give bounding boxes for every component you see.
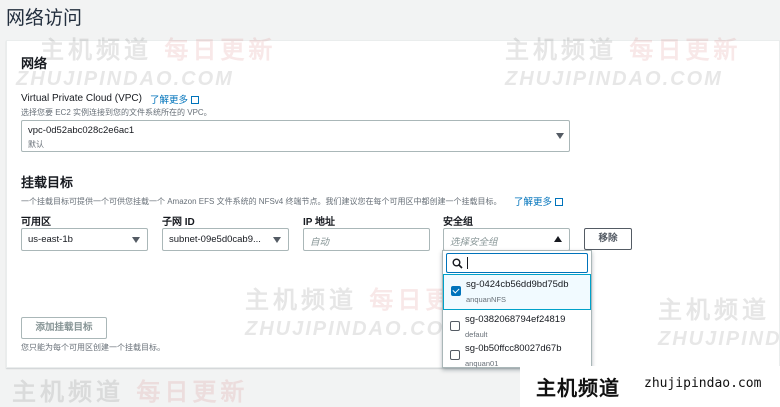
chevron-down-icon xyxy=(273,237,281,243)
mount-targets-description: 一个挂载目标可提供一个可供您挂载一个 Amazon EFS 文件系统的 NFSv… xyxy=(21,197,502,206)
checkbox[interactable] xyxy=(450,321,460,331)
ip-address-input[interactable]: 自动 xyxy=(303,228,430,251)
vpc-selected-sub: 默认 xyxy=(28,140,44,149)
brand-name: 主机频道 xyxy=(536,378,620,400)
external-link-icon xyxy=(191,96,200,104)
sg-option[interactable]: sg-0424cb56dd9bd75db anquanNFS xyxy=(443,274,591,310)
mount-targets-learn-more-text[interactable]: 了解更多 xyxy=(514,197,552,208)
chevron-down-icon xyxy=(556,133,564,139)
security-group-dropdown: sg-0424cb56dd9bd75db anquanNFS sg-038206… xyxy=(442,250,592,368)
network-heading: 网络 xyxy=(21,56,48,71)
sg-option-sub: anquan01 xyxy=(465,359,499,368)
chevron-down-icon xyxy=(132,237,140,243)
vpc-learn-more-text[interactable]: 了解更多 xyxy=(150,95,188,106)
sg-search-input[interactable] xyxy=(446,253,588,273)
sg-option-name: sg-0b50ffcc80027d67b xyxy=(465,343,562,354)
az-selected-value: us-east-1b xyxy=(28,234,73,245)
network-access-panel: 网络 Virtual Private Cloud (VPC) 了解更多 选择您要… xyxy=(6,40,780,368)
sg-option-sub: anquanNFS xyxy=(466,295,507,304)
mount-targets-heading: 挂载目标 xyxy=(21,175,74,190)
remove-button[interactable]: 移除 xyxy=(584,228,632,250)
subnet-select[interactable]: subnet-09e5d0cab9... xyxy=(162,228,289,251)
vpc-description: 选择您要 EC2 实例连接到您的文件系统所在的 VPC。 xyxy=(21,108,212,117)
brand-url: zhujipindao.com xyxy=(644,376,762,391)
vpc-label: Virtual Private Cloud (VPC) xyxy=(21,93,142,104)
vpc-learn-more-link[interactable]: 了解更多 xyxy=(150,92,200,106)
add-mount-target-button[interactable]: 添加挂载目标 xyxy=(21,317,107,339)
security-group-select[interactable]: 选择安全组 xyxy=(443,228,570,251)
search-icon xyxy=(452,258,463,269)
checkbox[interactable] xyxy=(450,350,460,360)
az-select[interactable]: us-east-1b xyxy=(21,228,148,251)
ip-placeholder: 自动 xyxy=(310,237,330,248)
col-ip-label: IP 地址 xyxy=(303,217,336,228)
checkbox-checked[interactable] xyxy=(451,286,461,296)
mount-targets-footer-note: 您只能为每个可用区创建一个挂载目标。 xyxy=(21,343,165,352)
col-sg-label: 安全组 xyxy=(443,217,473,228)
page-title: 网络访问 xyxy=(6,8,83,29)
brand-banner: 主机频道 zhujipindao.com xyxy=(520,366,780,407)
vpc-selected-value: vpc-0d52abc028c2e6ac1 xyxy=(28,125,135,136)
subnet-selected-value: subnet-09e5d0cab9... xyxy=(169,234,261,245)
col-subnet-label: 子网 ID xyxy=(162,217,195,228)
text-cursor xyxy=(467,257,468,269)
col-az-label: 可用区 xyxy=(21,217,51,228)
sg-option-name: sg-0424cb56dd9bd75db xyxy=(466,279,569,290)
mount-targets-learn-more-link[interactable]: 了解更多 xyxy=(514,194,564,208)
sg-placeholder: 选择安全组 xyxy=(450,237,498,248)
sg-option-name: sg-0382068794ef24819 xyxy=(465,314,566,325)
chevron-up-icon xyxy=(554,236,562,242)
vpc-select[interactable]: vpc-0d52abc028c2e6ac1 默认 xyxy=(21,120,570,152)
watermark-text: 主机频道 每日更新 xyxy=(12,377,249,406)
external-link-icon xyxy=(555,198,564,206)
sg-option-sub: default xyxy=(465,330,488,339)
